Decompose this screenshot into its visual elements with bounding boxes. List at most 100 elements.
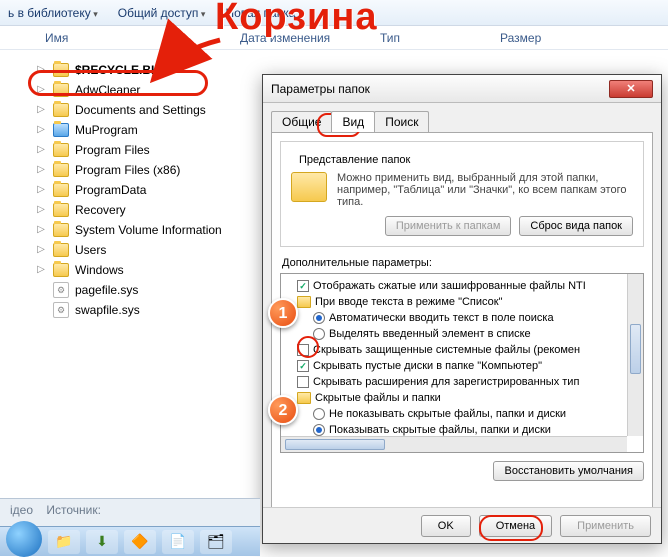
tree-row[interactable]: Не показывать скрытые файлы, папки и дис… bbox=[283, 406, 641, 422]
tree-label: Показывать скрытые файлы, папки и диски bbox=[329, 424, 551, 436]
folder-view-group: Представление папок Можно применить вид,… bbox=[280, 141, 644, 247]
file-label: Users bbox=[75, 243, 106, 257]
file-row[interactable]: ⚙pagefile.sys bbox=[25, 280, 240, 300]
file-label: Program Files bbox=[75, 143, 150, 157]
expander-icon[interactable]: ▷ bbox=[35, 224, 47, 236]
file-row[interactable]: ▷ MuProgram bbox=[25, 120, 240, 140]
advanced-tree[interactable]: Отображать сжатые или зашифрованные файл… bbox=[280, 273, 644, 453]
ok-button[interactable]: OK bbox=[421, 515, 471, 537]
col-size[interactable]: Размер bbox=[500, 31, 580, 45]
tree-label: Автоматически вводить текст в поле поиск… bbox=[329, 312, 554, 324]
expander-icon[interactable]: ▷ bbox=[35, 164, 47, 176]
taskbar-icon[interactable]: 🗂 bbox=[200, 530, 232, 554]
highlight-recycle bbox=[28, 70, 208, 96]
annotation-title: Корзина bbox=[215, 0, 377, 39]
file-row[interactable]: ▷System Volume Information bbox=[25, 220, 240, 240]
taskbar-icon[interactable]: ⬇ bbox=[86, 530, 118, 554]
expander-icon[interactable]: ▷ bbox=[35, 264, 47, 276]
checkbox[interactable] bbox=[297, 280, 309, 292]
expander-icon[interactable]: ▷ bbox=[35, 244, 47, 256]
folder-icon bbox=[53, 123, 69, 137]
taskbar-icon[interactable]: 📁 bbox=[48, 530, 80, 554]
folder-icon bbox=[297, 392, 311, 404]
file-row[interactable]: ▷Windows bbox=[25, 260, 240, 280]
folder-icon bbox=[53, 183, 69, 197]
tree-label: Выделять введенный элемент в списке bbox=[329, 328, 531, 340]
tree-row[interactable]: Скрывать расширения для зарегистрированн… bbox=[283, 374, 641, 390]
folder-icon bbox=[53, 163, 69, 177]
highlight-hide-protected bbox=[297, 336, 319, 358]
taskbar: 📁 ⬇ 🔶 📄 🗂 bbox=[0, 526, 260, 556]
group-title: Представление папок bbox=[295, 154, 414, 166]
tree-label: Скрытые файлы и папки bbox=[315, 392, 441, 404]
folder-icon bbox=[297, 296, 311, 308]
file-label: Recovery bbox=[75, 203, 126, 217]
expander-icon[interactable]: ▷ bbox=[35, 124, 47, 136]
taskbar-icon[interactable]: 🔶 bbox=[124, 530, 156, 554]
sys-file-icon: ⚙ bbox=[53, 282, 69, 298]
folder-options-dialog: Параметры папок ✕ Общие Вид Поиск Предст… bbox=[262, 74, 662, 544]
sb-t1: ідео bbox=[10, 503, 33, 517]
radio[interactable] bbox=[313, 408, 325, 420]
scroll-thumb[interactable] bbox=[285, 439, 385, 450]
expander-icon[interactable]: ▷ bbox=[35, 104, 47, 116]
folder-icon bbox=[53, 263, 69, 277]
reset-folders-button[interactable]: Сброс вида папок bbox=[519, 216, 633, 236]
taskbar-icon[interactable]: 📄 bbox=[162, 530, 194, 554]
tree-scrollbar-v[interactable] bbox=[627, 274, 643, 436]
col-name[interactable]: Имя bbox=[45, 31, 240, 45]
folder-icon bbox=[53, 223, 69, 237]
tree-row[interactable]: Скрытые файлы и папки bbox=[283, 390, 641, 406]
expander-icon[interactable] bbox=[35, 304, 47, 316]
tree-row[interactable]: Отображать сжатые или зашифрованные файл… bbox=[283, 278, 641, 294]
file-row[interactable]: ▷ Program Files bbox=[25, 140, 240, 160]
file-row[interactable]: ▷ProgramData bbox=[25, 180, 240, 200]
close-button[interactable]: ✕ bbox=[609, 80, 653, 98]
group-text: Можно применить вид, выбранный для этой … bbox=[337, 172, 633, 208]
tab-search[interactable]: Поиск bbox=[374, 111, 429, 132]
file-label: Documents and Settings bbox=[75, 103, 206, 117]
checkbox[interactable] bbox=[297, 376, 309, 388]
file-label: swapfile.sys bbox=[75, 303, 140, 317]
radio[interactable] bbox=[313, 424, 325, 436]
dialog-panel: Представление папок Можно применить вид,… bbox=[271, 132, 653, 524]
tab-view[interactable]: Вид bbox=[331, 111, 375, 132]
radio[interactable] bbox=[313, 312, 325, 324]
file-row[interactable]: ▷ Documents and Settings bbox=[25, 100, 240, 120]
file-row[interactable]: ▷ Recovery bbox=[25, 200, 240, 220]
folder-icon bbox=[53, 143, 69, 157]
tree-row[interactable]: При вводе текста в режиме "Список" bbox=[283, 294, 641, 310]
file-row[interactable]: ▷ Users bbox=[25, 240, 240, 260]
tree-label: Не показывать скрытые файлы, папки и дис… bbox=[329, 408, 566, 420]
folder-icon bbox=[53, 243, 69, 257]
expander-icon[interactable]: ▷ bbox=[35, 144, 47, 156]
tree-row[interactable]: Выделять введенный элемент в списке bbox=[283, 326, 641, 342]
folder-large-icon bbox=[291, 172, 327, 202]
checkbox[interactable] bbox=[297, 360, 309, 372]
expander-icon[interactable]: ▷ bbox=[35, 204, 47, 216]
tree-scrollbar-h[interactable] bbox=[281, 436, 627, 452]
file-label: MuProgram bbox=[75, 123, 138, 137]
expander-icon[interactable] bbox=[35, 284, 47, 296]
file-row[interactable]: ⚙swapfile.sys bbox=[25, 300, 240, 320]
advanced-title: Дополнительные параметры: bbox=[282, 257, 644, 269]
col-type[interactable]: Тип bbox=[380, 31, 500, 45]
apply-to-folders-button: Применить к папкам bbox=[385, 216, 512, 236]
tree-row[interactable]: Скрывать защищенные системные файлы (рек… bbox=[283, 342, 641, 358]
tb-library[interactable]: ь в библиотеку bbox=[8, 6, 98, 20]
apply-button: Применить bbox=[560, 515, 651, 537]
restore-defaults-button[interactable]: Восстановить умолчания bbox=[493, 461, 644, 481]
highlight-ok bbox=[479, 515, 543, 541]
folder-icon bbox=[53, 103, 69, 117]
step-marker-2: 2 bbox=[268, 395, 298, 425]
dialog-titlebar[interactable]: Параметры папок ✕ bbox=[263, 75, 661, 103]
tb-share[interactable]: Общий доступ bbox=[118, 6, 206, 20]
tree-row[interactable]: Скрывать пустые диски в папке "Компьютер… bbox=[283, 358, 641, 374]
file-label: Program Files (x86) bbox=[75, 163, 180, 177]
scroll-thumb[interactable] bbox=[630, 324, 641, 374]
file-row[interactable]: ▷ Program Files (x86) bbox=[25, 160, 240, 180]
expander-icon[interactable]: ▷ bbox=[35, 184, 47, 196]
start-button[interactable] bbox=[6, 521, 42, 557]
tree-row[interactable]: Автоматически вводить текст в поле поиск… bbox=[283, 310, 641, 326]
tree-label: Скрывать пустые диски в папке "Компьютер… bbox=[313, 360, 542, 372]
